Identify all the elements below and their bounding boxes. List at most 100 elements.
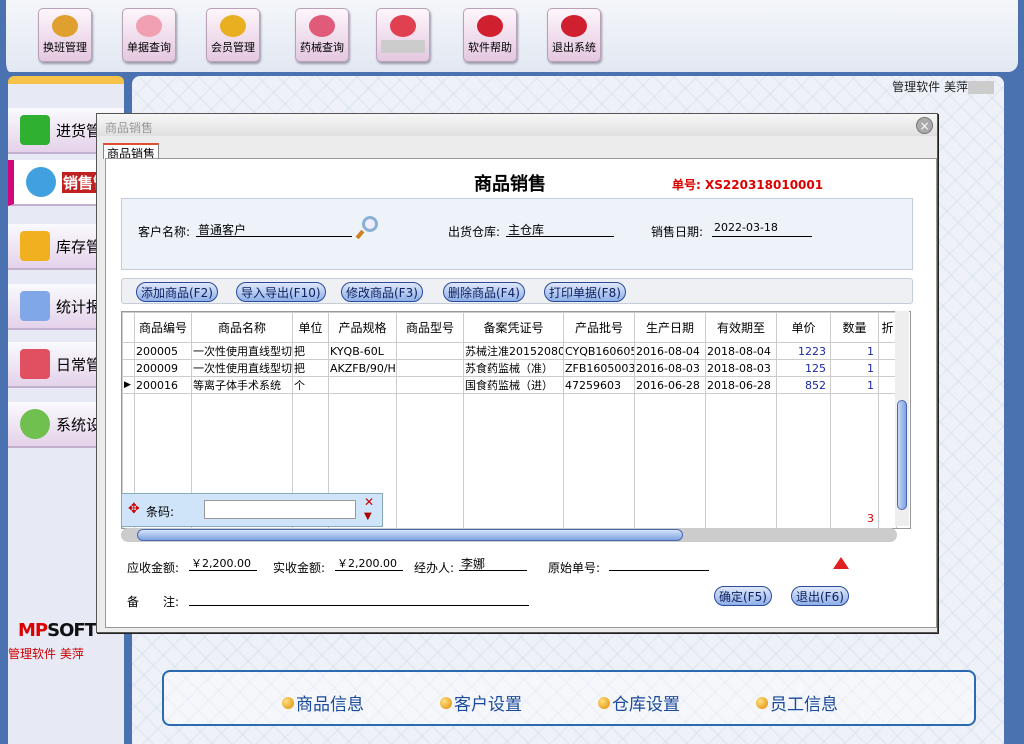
column-header[interactable]: 商品名称	[191, 312, 293, 343]
toolbar-label: 会员管理	[211, 41, 255, 54]
table-cell: 1	[830, 342, 879, 360]
column-header[interactable]: 产品规格	[328, 312, 397, 343]
bottom-nav: 商品信息 客户设置 仓库设置 员工信息	[162, 670, 976, 726]
handler-field[interactable]: 李娜	[459, 555, 527, 571]
orig-no-field[interactable]	[609, 555, 709, 571]
nav-link-2[interactable]: 仓库设置	[598, 690, 680, 715]
bullet-icon	[756, 696, 768, 709]
empty-row	[122, 438, 897, 454]
column-header[interactable]: 单位	[292, 312, 329, 343]
close-icon[interactable]: ✕	[364, 495, 374, 509]
remark-field[interactable]	[189, 590, 529, 606]
brush-icon	[20, 349, 50, 379]
table-cell: 一次性使用直线型切割吻合器	[191, 359, 293, 377]
table-cell: 200009	[134, 359, 192, 377]
table-cell: 1223	[776, 342, 831, 360]
corner-text: 管理软件 美萍	[892, 80, 968, 94]
column-header[interactable]: 有效期至	[705, 312, 777, 343]
action-button-1[interactable]: 导入导出(F10)	[236, 282, 326, 302]
action-button-0[interactable]: 添加商品(F2)	[136, 282, 218, 302]
toolbar-label: 换班管理	[43, 41, 87, 54]
column-header[interactable]: 生产日期	[634, 312, 706, 343]
blurred-text	[381, 39, 425, 53]
table-cell: 一次性使用直线型切割吻合器	[191, 342, 293, 360]
action-button-2[interactable]: 修改商品(F3)	[341, 282, 423, 302]
nav-link-1[interactable]: 客户设置	[440, 690, 522, 715]
row-indicator	[122, 312, 135, 343]
column-header[interactable]: 数量	[830, 312, 879, 343]
table-cell: 国食药监械（进）	[463, 376, 564, 394]
toolbar-button-3[interactable]: 药械查询	[295, 8, 349, 62]
tab-sales[interactable]: 商品销售	[103, 143, 160, 161]
pie-chart-icon	[26, 167, 56, 197]
page-title: 商品销售	[474, 174, 546, 195]
table-cell: 把	[292, 359, 329, 377]
action-bar: 添加商品(F2) 导入导出(F10) 修改商品(F3) 删除商品(F4) 打印单据(F8…	[121, 278, 913, 304]
row-indicator	[122, 359, 135, 377]
table-row[interactable]: ▶ 200016 等离子体手术系统个 国食药监械（进） 47259603 2016-06-…	[122, 376, 897, 394]
customer-field[interactable]: 普通客户	[196, 221, 352, 237]
empty-row	[122, 468, 897, 484]
column-header[interactable]: 备案凭证号	[463, 312, 564, 343]
table-cell: 2018-08-03	[705, 359, 777, 377]
plus-icon	[20, 115, 50, 145]
order-no-value: XS220318010001	[705, 178, 824, 192]
toolbar-button-4[interactable]	[376, 8, 430, 62]
nav-link-3[interactable]: 员工信息	[756, 690, 838, 715]
action-button-4[interactable]: 打印单据(F8)	[544, 282, 626, 302]
empty-row	[122, 408, 897, 424]
logo-text: 管理软件 美萍	[8, 647, 84, 661]
mail-icon	[390, 15, 416, 37]
column-header[interactable]: 折	[878, 312, 897, 343]
table-row[interactable]: 200005一次性使用直线型切割吻合器把KYQB-60L 苏械注准20152080…	[122, 342, 897, 360]
receivable-label: 应收金额:	[127, 561, 180, 575]
table-cell: 苏食药监械（准）	[463, 359, 564, 377]
date-label: 销售日期:	[651, 225, 704, 239]
warehouse-label: 出货仓库:	[448, 225, 501, 239]
table-cell	[878, 359, 897, 377]
chevron-down-icon[interactable]: ▼	[364, 511, 372, 522]
order-number: 单号: XS220318010001	[672, 176, 823, 193]
order-no-label: 单号:	[672, 178, 701, 192]
toolbar-button-6[interactable]: 退出系统	[547, 8, 601, 62]
date-field[interactable]: 2022-03-18	[712, 221, 812, 237]
table-cell: 200005	[134, 342, 192, 360]
exit-button[interactable]: 退出(F6)	[791, 586, 849, 606]
search-icon[interactable]	[362, 216, 378, 232]
collapse-up-icon[interactable]	[833, 557, 849, 569]
barcode-label: 条码:	[146, 505, 175, 519]
toolbar-button-2[interactable]: 会员管理	[206, 8, 260, 62]
empty-row	[122, 423, 897, 439]
column-header[interactable]: 商品编号	[134, 312, 192, 343]
table-row[interactable]: 200009一次性使用直线型切割吻合器把AKZFB/90/H 苏食药监械（准）ZF…	[122, 359, 897, 377]
empty-row	[122, 453, 897, 469]
action-button-3[interactable]: 删除商品(F4)	[443, 282, 525, 302]
nav-link-0[interactable]: 商品信息	[282, 690, 364, 715]
toolbar-label: 药械查询	[300, 41, 344, 54]
move-icon[interactable]: ✥	[128, 501, 140, 517]
table-cell: 1	[830, 376, 879, 394]
table-cell: ZFB1605003-0	[563, 359, 635, 377]
horizontal-scroll-thumb[interactable]	[137, 529, 683, 541]
warehouse-field[interactable]: 主仓库	[506, 221, 614, 237]
handler-label: 经办人:	[414, 561, 455, 575]
received-field[interactable]: ￥2,200.00	[335, 555, 403, 571]
toolbar-button-1[interactable]: 单据查询	[122, 8, 176, 62]
table-cell: 125	[776, 359, 831, 377]
info-panel: 客户名称: 普通客户 出货仓库: 主仓库 销售日期: 2022-03-18	[121, 198, 913, 270]
magnifier-icon	[136, 15, 162, 37]
toolbar-button-0[interactable]: 换班管理	[38, 8, 92, 62]
ok-button[interactable]: 确定(F5)	[714, 586, 772, 606]
vertical-scroll-thumb[interactable]	[897, 400, 907, 510]
column-header[interactable]: 产品批号	[563, 312, 635, 343]
column-header[interactable]: 单价	[776, 312, 831, 343]
toolbar-button-5[interactable]: 软件帮助	[463, 8, 517, 62]
table-cell: AKZFB/90/H	[328, 359, 397, 377]
table-cell: 47259603	[563, 376, 635, 394]
close-icon[interactable]: ×	[916, 117, 933, 134]
row-indicator	[122, 342, 135, 360]
column-header[interactable]: 商品型号	[396, 312, 464, 343]
barcode-input[interactable]	[204, 500, 356, 519]
barcode-popup: ✥ 条码: ✕ ▼	[121, 493, 383, 527]
table-cell: 把	[292, 342, 329, 360]
